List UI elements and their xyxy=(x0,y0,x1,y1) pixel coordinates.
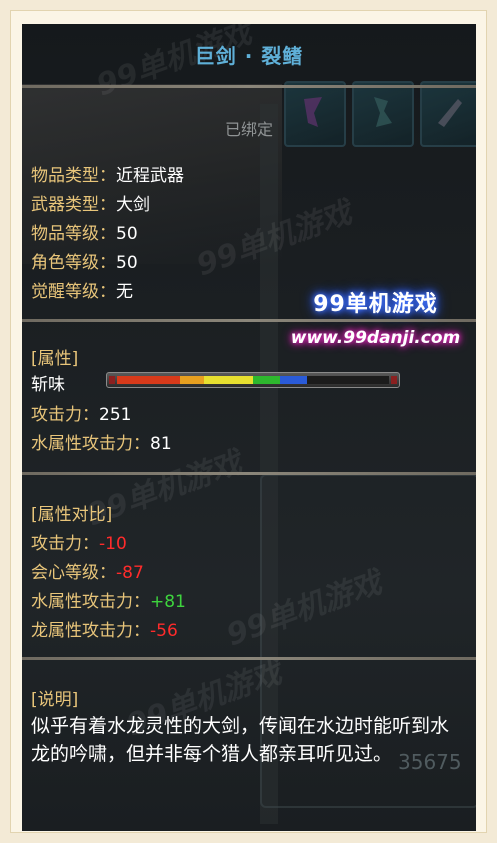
attack-row: 攻击力：251 xyxy=(31,405,132,425)
compare-crit-row: 会心等级：-87 xyxy=(31,563,144,583)
item-title: 巨剑 · 裂鳍 xyxy=(194,44,304,68)
divider xyxy=(22,472,476,475)
character-level-row: 角色等级：50 xyxy=(31,253,138,273)
compare-dragon-row: 龙属性攻击力：-56 xyxy=(31,621,178,641)
description-header: [说明] xyxy=(31,690,79,710)
item-level-row: 物品等级：50 xyxy=(31,224,138,244)
divider xyxy=(22,319,476,322)
sharpness-segment xyxy=(117,376,180,384)
compare-attack-row: 攻击力：-10 xyxy=(31,534,127,554)
awaken-level-row: 觉醒等级：无 xyxy=(31,282,133,302)
promo-watermark: 99单机游戏 www.99danji.com xyxy=(268,286,476,358)
description-text: 似乎有着水龙灵性的大剑，传闻在水边时能听到水龙的吟啸，但并非每个猎人都亲耳听见过… xyxy=(31,715,450,765)
sharpness-segment xyxy=(204,376,253,384)
item-tooltip: 35675 99单机游戏 99单机游戏 99单机游戏 99单机游戏 99单机游戏… xyxy=(22,24,476,831)
divider xyxy=(22,657,476,660)
weapon-type-row: 武器类型：大剑 xyxy=(31,195,150,215)
water-attack-row: 水属性攻击力：81 xyxy=(31,434,172,454)
background-art: 35675 xyxy=(22,24,476,831)
sharpness-segment xyxy=(180,376,204,384)
item-type-row: 物品类型：近程武器 xyxy=(31,166,184,186)
sharpness-label: 斩味 xyxy=(31,375,65,395)
promo-url: www.99danji.com xyxy=(290,328,461,348)
promo-title: 99单机游戏 xyxy=(313,292,438,317)
bound-status: 已绑定 xyxy=(224,120,273,139)
sharpness-segment xyxy=(280,376,307,384)
sharpness-segment xyxy=(253,376,280,384)
sharpness-bar xyxy=(106,372,400,388)
comparison-header: [属性对比] xyxy=(31,505,113,525)
divider xyxy=(22,85,476,88)
attributes-header: [属性] xyxy=(31,349,79,369)
compare-water-row: 水属性攻击力：+81 xyxy=(31,592,186,612)
